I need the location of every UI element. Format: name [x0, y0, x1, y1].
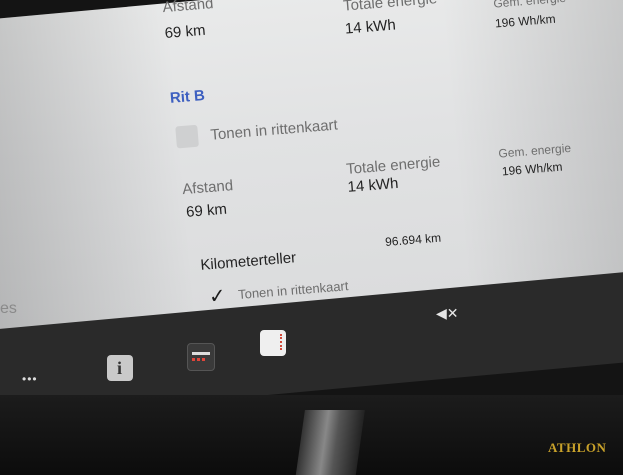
- trip-b-avg-energy-label: Gem. energie: [497, 140, 572, 161]
- trip-b-avg-energy-value: 196 Wh/km: [501, 159, 563, 179]
- trip-b-show-on-map[interactable]: Tonen in rittenkaart: [175, 114, 338, 149]
- trip-b-distance-label: Afstand: [181, 177, 234, 199]
- trip-app-icon[interactable]: [260, 330, 286, 356]
- trip-b-title[interactable]: Rit B: [169, 87, 205, 107]
- trip-b-distance-value: 69 km: [185, 200, 228, 221]
- trip-a-avg-energy-value: 196 Wh/km: [494, 11, 557, 31]
- trip-a-distance-value: 69 km: [164, 21, 207, 43]
- checkmark-icon[interactable]: ✓: [208, 285, 226, 308]
- trip-b-total-energy-value: 14 kWh: [347, 174, 400, 196]
- left-edge-fragment: es: [0, 300, 17, 317]
- energy-app-icon[interactable]: [187, 343, 215, 371]
- trip-a-avg-energy-label: Gem. energie: [492, 0, 567, 11]
- athlon-logo: ATHLON: [548, 440, 607, 455]
- volume-mute-icon[interactable]: ◀✕: [436, 305, 459, 322]
- trip-a-total-energy-value: 14 kWh: [344, 16, 397, 38]
- odometer-value: 96.694 km: [384, 230, 442, 250]
- odometer-label: Kilometerteller: [199, 249, 297, 274]
- trip-a-total-energy-label: Totale energie: [342, 0, 438, 15]
- trip-b-show-on-map-label: Tonen in rittenkaart: [209, 116, 339, 144]
- car-display: Afstand 69 km Totale energie 14 kWh Gem.…: [0, 0, 623, 475]
- more-button[interactable]: •••: [22, 372, 38, 386]
- trip-b-show-on-map-checkbox[interactable]: [175, 124, 199, 149]
- info-icon[interactable]: i: [107, 355, 133, 381]
- trip-a-distance-label: Afstand: [161, 0, 215, 17]
- display-mount: [295, 410, 365, 475]
